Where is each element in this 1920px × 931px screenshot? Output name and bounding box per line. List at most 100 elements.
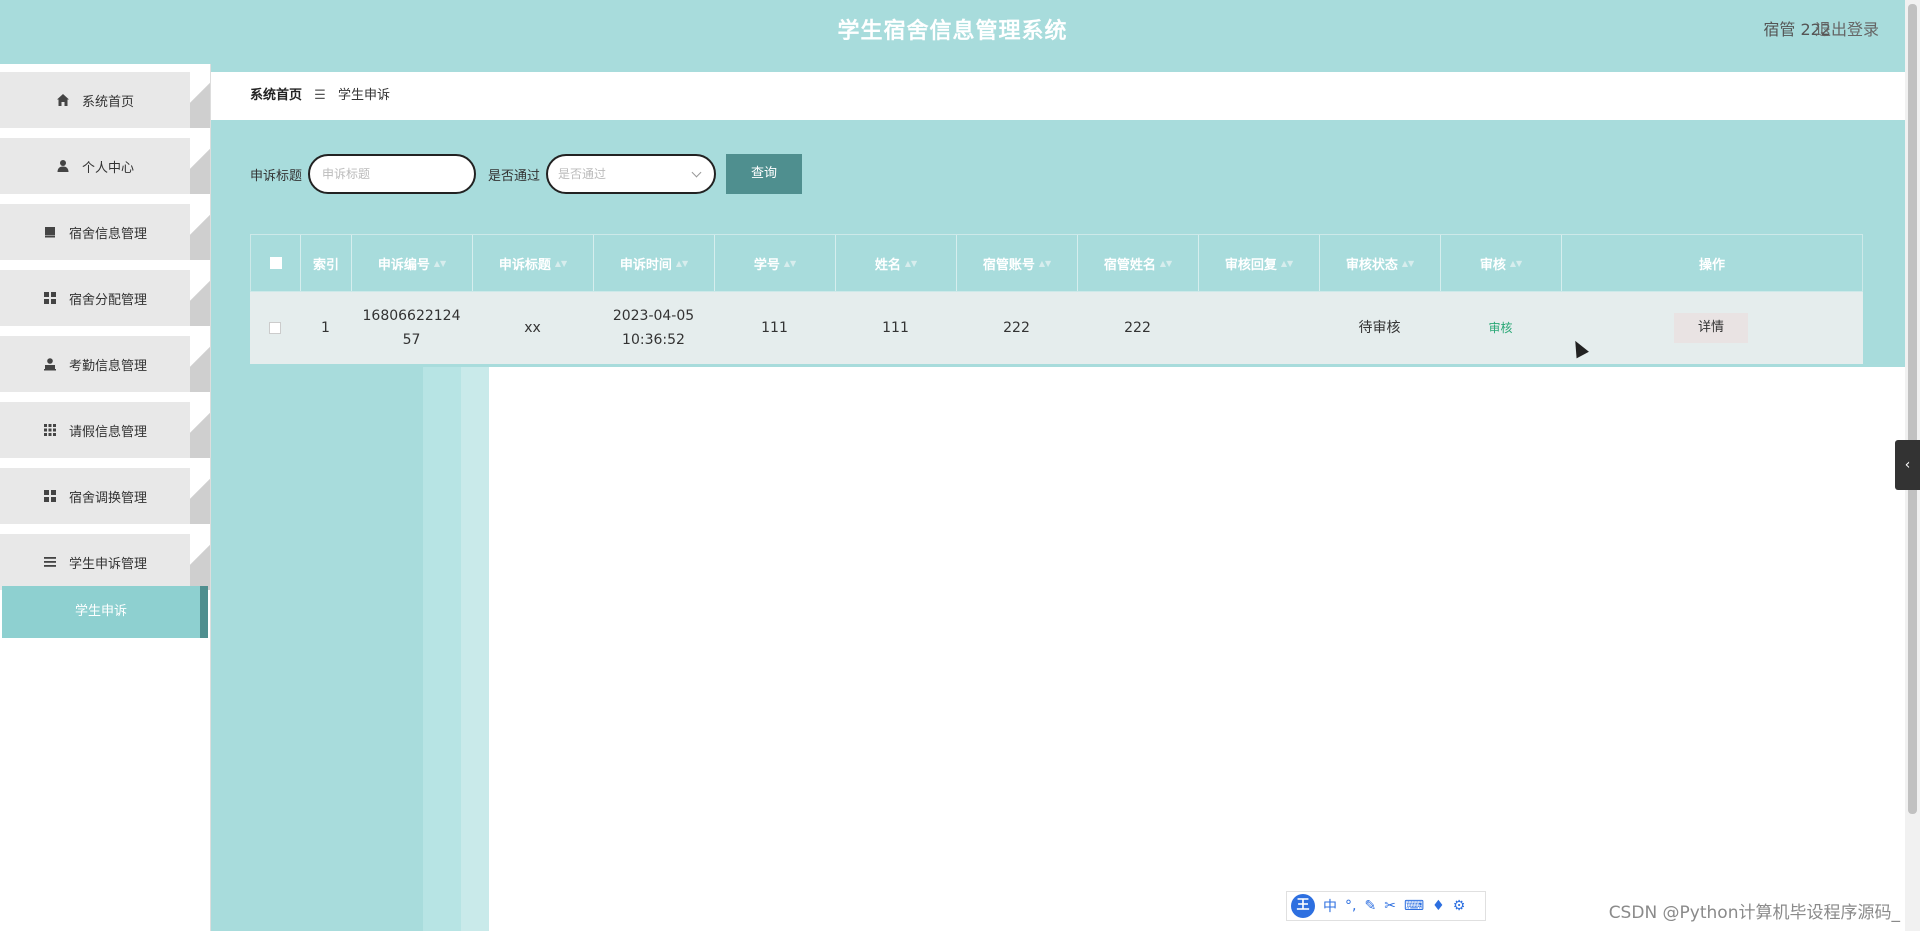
sidebar-item-appeal-manage[interactable]: 学生申诉管理 xyxy=(0,534,210,590)
audit-link[interactable]: 审核 xyxy=(1488,316,1512,340)
pass-select[interactable]: 是否通过 xyxy=(546,154,717,194)
sidebar-item-label: 宿舍信息管理 xyxy=(68,226,147,242)
skin-icon[interactable]: ♦ xyxy=(1432,898,1445,914)
col-header: 索引 xyxy=(301,235,352,291)
sidebar-item-leave[interactable]: 请假信息管理 xyxy=(0,402,210,458)
title-search-input[interactable]: 申诉标题 xyxy=(308,154,477,194)
table-row: 1 1680662212457 xx 2023-04-05 10:36:52 1… xyxy=(250,292,1863,364)
sidebar-item-profile[interactable]: 个人中心 xyxy=(0,138,210,194)
col-header[interactable]: 姓名 ▲▼ xyxy=(836,235,957,291)
ime-lang-toggle[interactable]: 中 xyxy=(1323,896,1337,916)
col-header[interactable]: 学号 ▲▼ xyxy=(715,235,836,291)
ime-logo[interactable]: 王 xyxy=(1291,894,1315,918)
person-icon xyxy=(43,358,56,371)
table-header: 索引 申诉编号 ▲▼ 申诉标题 ▲▼ 申诉时间 ▲▼ 学号 ▲▼ 姓名 ▲▼ 宿管账号 ▲▼… xyxy=(250,234,1863,292)
select-all-cell xyxy=(251,235,301,291)
appeal-table: 索引 申诉编号 ▲▼ 申诉标题 ▲▼ 申诉时间 ▲▼ 学号 ▲▼ 姓名 ▲▼ 宿管账号 ▲▼… xyxy=(250,234,1863,364)
sidebar-item-label: 考勤信息管理 xyxy=(68,358,147,374)
sort-icon: ▲▼ xyxy=(433,258,447,268)
background-panel xyxy=(489,367,1905,931)
cell-manager-account: 222 xyxy=(1003,320,1030,336)
home-icon xyxy=(56,94,69,106)
sidebar-item-label: 系统首页 xyxy=(81,94,134,110)
sort-icon: ▲▼ xyxy=(904,258,918,268)
sidebar-item-attendance[interactable]: 考勤信息管理 xyxy=(0,336,210,392)
breadcrumb: 系统首页 ☰ 学生申诉 xyxy=(211,72,1905,120)
breadcrumb-separator: ☰ xyxy=(314,88,326,103)
keyboard-icon[interactable]: ⌨ xyxy=(1404,898,1424,914)
sort-icon: ▲▼ xyxy=(1159,258,1173,268)
app-title: 学生宿舍信息管理系统 xyxy=(837,19,1068,44)
chevron-left-icon: ‹ xyxy=(1904,457,1911,473)
scissors-icon[interactable]: ✂ xyxy=(1384,898,1396,914)
col-header[interactable]: 申诉时间 ▲▼ xyxy=(594,235,715,291)
sort-icon: ▲▼ xyxy=(1509,258,1523,268)
query-button[interactable]: 查询 xyxy=(726,154,803,194)
cell-manager-name: 222 xyxy=(1124,320,1151,336)
pass-select-placeholder: 是否通过 xyxy=(558,167,607,181)
sidebar-item-label: 宿舍分配管理 xyxy=(68,292,147,308)
title-filter-label: 申诉标题 xyxy=(250,168,303,184)
select-all-checkbox[interactable] xyxy=(269,257,282,269)
sidebar-item-dorm-swap[interactable]: 宿舍调换管理 xyxy=(0,468,210,524)
sidebar-item-label: 个人中心 xyxy=(81,160,134,176)
book-icon xyxy=(44,227,55,238)
cell-action: 详情 xyxy=(1561,292,1861,364)
row-select-cell xyxy=(250,292,300,364)
chevron-down-icon xyxy=(691,167,702,178)
col-header: 操作 xyxy=(1698,257,1725,273)
pass-filter-label: 是否通过 xyxy=(488,168,541,184)
user-icon xyxy=(57,160,69,172)
row-checkbox[interactable] xyxy=(269,322,281,334)
list-icon xyxy=(43,557,56,567)
sidebar-item-dorm-info[interactable]: 宿舍信息管理 xyxy=(0,204,210,260)
main-content: 系统首页 ☰ 学生申诉 申诉标题 申诉标题 是否通过 是否通过 查询 索引 申诉… xyxy=(211,64,1905,931)
cell-student-no: 111 xyxy=(761,320,788,336)
punctuation-icon[interactable]: °, xyxy=(1345,898,1356,914)
cell-time: 2023-04-05 10:36:52 xyxy=(612,308,695,348)
sort-icon: ▲▼ xyxy=(1280,258,1294,268)
sidebar-item-home[interactable]: 系统首页 xyxy=(0,72,210,128)
col-header[interactable]: 宿管账号 ▲▼ xyxy=(957,235,1078,291)
col-header[interactable]: 申诉编号 ▲▼ xyxy=(352,235,473,291)
breadcrumb-home[interactable]: 系统首页 xyxy=(250,88,302,103)
cell-status: 待审核 xyxy=(1358,320,1401,336)
pen-icon[interactable]: ✎ xyxy=(1364,898,1376,914)
scrollbar-thumb[interactable] xyxy=(1908,4,1917,814)
col-header[interactable]: 审核回复 ▲▼ xyxy=(1199,235,1320,291)
logout-link[interactable]: 退出登录 xyxy=(1815,0,1879,64)
search-bar: 申诉标题 申诉标题 是否通过 是否通过 查询 xyxy=(250,154,803,194)
cell-reply xyxy=(1198,292,1319,364)
sort-icon: ▲▼ xyxy=(783,258,797,268)
cell-name: 111 xyxy=(882,320,909,336)
cell-title: xx xyxy=(524,320,541,336)
breadcrumb-current: 学生申诉 xyxy=(337,88,390,103)
sidebar-item-label: 请假信息管理 xyxy=(68,424,147,440)
watermark: CSDN @Python计算机毕设程序源码_ xyxy=(1608,903,1900,923)
top-header: 学生宿舍信息管理系统 宿管 222 退出登录 xyxy=(0,0,1905,64)
col-header[interactable]: 宿管姓名 ▲▼ xyxy=(1078,235,1199,291)
cell-audit: 审核 xyxy=(1440,292,1561,364)
background-strip xyxy=(461,367,489,931)
sort-icon: ▲▼ xyxy=(1038,258,1052,268)
sidebar: 系统首页 个人中心 宿舍信息管理 宿舍分配管理 考勤信息管理 请假信息管理 宿舍… xyxy=(0,64,211,931)
apps-icon xyxy=(43,424,56,436)
cell-index: 1 xyxy=(321,320,330,336)
gear-icon[interactable]: ⚙ xyxy=(1453,898,1466,914)
sidebar-item-label: 宿舍调换管理 xyxy=(68,490,147,506)
col-header[interactable]: 申诉标题 ▲▼ xyxy=(473,235,594,291)
detail-button[interactable]: 详情 xyxy=(1674,313,1748,343)
sort-icon: ▲▼ xyxy=(554,258,568,268)
sidebar-item-label: 学生申诉管理 xyxy=(68,556,147,572)
side-panel-toggle[interactable]: ‹ xyxy=(1895,440,1920,490)
sort-icon: ▲▼ xyxy=(1401,258,1415,268)
col-header[interactable]: 审核状态 ▲▼ xyxy=(1320,235,1441,291)
grid-icon xyxy=(43,490,56,502)
table-body: 1 1680662212457 xx 2023-04-05 10:36:52 1… xyxy=(250,292,1863,364)
ime-toolbar: 王 中 °, ✎ ✂ ⌨ ♦ ⚙ xyxy=(1286,891,1486,921)
sidebar-item-dorm-assign[interactable]: 宿舍分配管理 xyxy=(0,270,210,326)
sort-icon: ▲▼ xyxy=(675,258,689,268)
grid-icon xyxy=(43,292,56,304)
col-header[interactable]: 审核 ▲▼ xyxy=(1441,235,1562,291)
submenu-student-appeal[interactable]: 学生申诉 xyxy=(2,586,208,638)
